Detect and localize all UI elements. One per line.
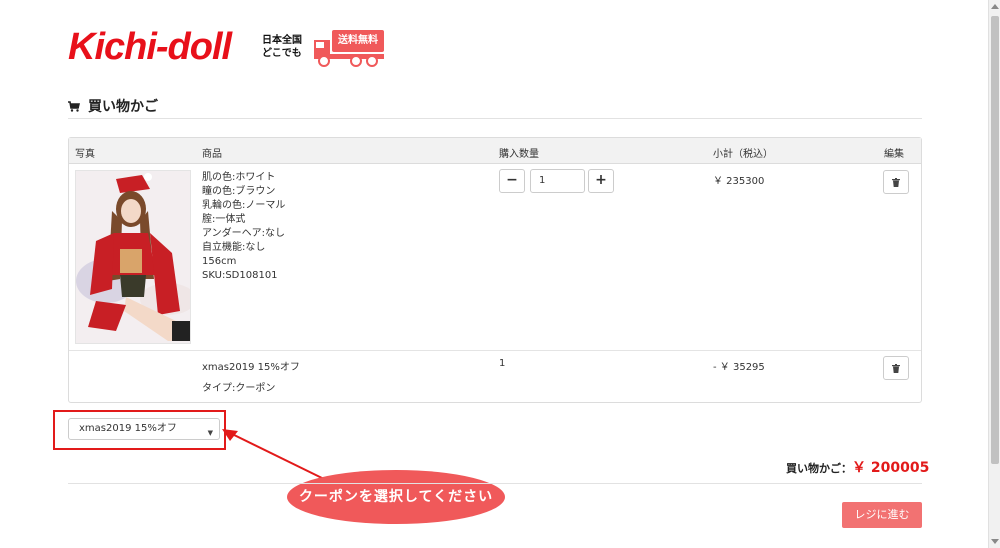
- scroll-down-arrow[interactable]: [991, 539, 999, 544]
- column-product: 商品: [202, 149, 222, 160]
- delete-coupon-button[interactable]: [883, 356, 909, 380]
- attr-eye-color: 瞳の色:ブラウン: [202, 186, 276, 197]
- attr-height: 156cm: [202, 256, 237, 267]
- annotation-arrow-icon: [222, 429, 325, 480]
- checkout-button[interactable]: レジに進む: [842, 502, 922, 528]
- item-subtotal: ￥ 235300: [713, 176, 765, 187]
- quantity-increase-button[interactable]: +: [588, 169, 614, 193]
- total-divider: [68, 483, 922, 484]
- trash-icon: [892, 177, 900, 187]
- row-divider: [69, 350, 921, 351]
- cart-total-label: 買い物かご：: [786, 462, 852, 475]
- attr-skin-color: 肌の色:ホワイト: [202, 172, 276, 183]
- shipping-line1: 日本全国: [262, 35, 302, 46]
- quantity-decrease-button[interactable]: −: [499, 169, 525, 193]
- coupon-quantity: 1: [499, 358, 506, 369]
- attr-areola-color: 乳輪の色:ノーマル: [202, 200, 286, 211]
- attr-type: 腟:一体式: [202, 214, 246, 225]
- table-header: 写真 商品 購入数量 小計（税込） 編集: [69, 138, 921, 164]
- coupon-discount: - ￥ 35295: [713, 362, 765, 373]
- annotation-bubble: クーポンを選択してください: [287, 470, 505, 524]
- column-quantity: 購入数量: [499, 149, 539, 160]
- coupon-select[interactable]: xmas2019 15%オフ ▼: [68, 418, 220, 440]
- scroll-thumb[interactable]: [991, 16, 999, 464]
- scroll-up-arrow[interactable]: [991, 4, 999, 9]
- page-title: 買い物かご: [68, 96, 158, 116]
- column-subtotal: 小計（税込）: [713, 149, 773, 160]
- shipping-line2: どこでも: [262, 48, 302, 59]
- cart-icon: [68, 100, 80, 112]
- page-title-text: 買い物かご: [88, 99, 158, 115]
- free-shipping-badge: 送料無料: [332, 31, 384, 51]
- site-logo[interactable]: Kichi-doll: [68, 18, 243, 72]
- cart-total-value: ￥ 200005: [852, 460, 930, 476]
- coupon-select-value: xmas2019 15%オフ: [79, 423, 177, 434]
- quantity-input[interactable]: 1: [530, 169, 585, 193]
- coupon-name: xmas2019 15%オフ: [202, 362, 300, 373]
- delete-item-button[interactable]: [883, 170, 909, 194]
- column-photo: 写真: [75, 149, 95, 160]
- attr-standing: 自立機能:なし: [202, 242, 266, 253]
- cart-table: 写真 商品 購入数量 小計（税込） 編集 肌の色:ホワイト 瞳の色:ブラウン 乳…: [68, 137, 922, 403]
- trash-icon: [892, 363, 900, 373]
- product-photo[interactable]: [75, 170, 191, 344]
- column-edit: 編集: [884, 149, 904, 160]
- attr-sku: SKU:SD108101: [202, 270, 278, 281]
- product-image: [76, 171, 190, 343]
- title-divider: [68, 118, 922, 119]
- shipping-note: 日本全国 どこでも: [262, 34, 302, 60]
- coupon-type: タイプ:クーポン: [202, 383, 276, 394]
- attr-hair: アンダーヘア:なし: [202, 228, 285, 239]
- page-scrollbar[interactable]: [988, 0, 1000, 548]
- logo-text: Kichi-doll: [68, 26, 232, 68]
- chevron-down-icon: ▼: [207, 429, 213, 437]
- product-attributes: 肌の色:ホワイト 瞳の色:ブラウン 乳輪の色:ノーマル 腟:一体式 アンダーヘア…: [202, 171, 285, 283]
